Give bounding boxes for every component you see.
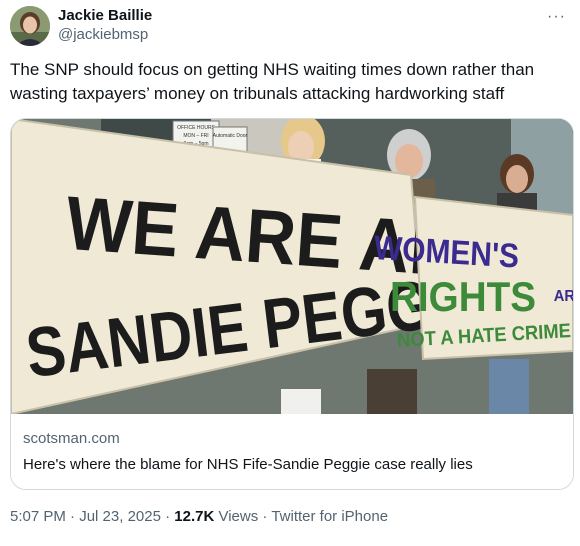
tweet-header: Jackie Baillie @jackiebmsp ··· <box>10 6 570 46</box>
views-count: 12.7K <box>174 508 215 525</box>
avatar[interactable] <box>10 6 50 46</box>
author-handle[interactable]: @jackiebmsp <box>58 25 152 45</box>
door-sign: Automatic Door <box>213 133 248 139</box>
author-display-name[interactable]: Jackie Baillie <box>58 7 152 25</box>
banner-right-line2b: ARE <box>554 287 573 305</box>
card-meta[interactable]: scotsman.com Here's where the blame for … <box>11 414 573 489</box>
footer-separator: · <box>65 508 80 525</box>
tweet-source[interactable]: Twitter for iPhone <box>271 508 388 525</box>
banner-right-line2: RIGHTS <box>390 272 536 320</box>
office-hours-sign-line2: MON – FRI <box>183 133 208 139</box>
more-options-icon[interactable]: ··· <box>547 8 566 26</box>
views-label: Views <box>214 508 259 525</box>
link-card[interactable]: OFFICE HOURS MON – FRI 9am – 5pm Automat… <box>10 118 574 490</box>
office-hours-sign-line1: OFFICE HOURS <box>177 125 215 131</box>
tweet-text: The SNP should focus on getting NHS wait… <box>10 60 535 103</box>
card-title: Here's where the blame for NHS Fife-Sand… <box>23 456 473 473</box>
card-domain: scotsman.com <box>23 430 120 447</box>
tweet-date[interactable]: Jul 23, 2025 <box>79 508 161 525</box>
tweet-time[interactable]: 5:07 PM <box>10 508 66 525</box>
avatar-image <box>10 6 50 46</box>
card-image[interactable]: OFFICE HOURS MON – FRI 9am – 5pm Automat… <box>11 119 573 414</box>
footer-separator: · <box>160 508 175 525</box>
footer-separator: · <box>258 508 272 525</box>
tweet-footer: 5:07 PM · Jul 23, 2025 · 12.7K Views · T… <box>10 508 388 525</box>
protest-photo: OFFICE HOURS MON – FRI 9am – 5pm Automat… <box>11 119 573 414</box>
